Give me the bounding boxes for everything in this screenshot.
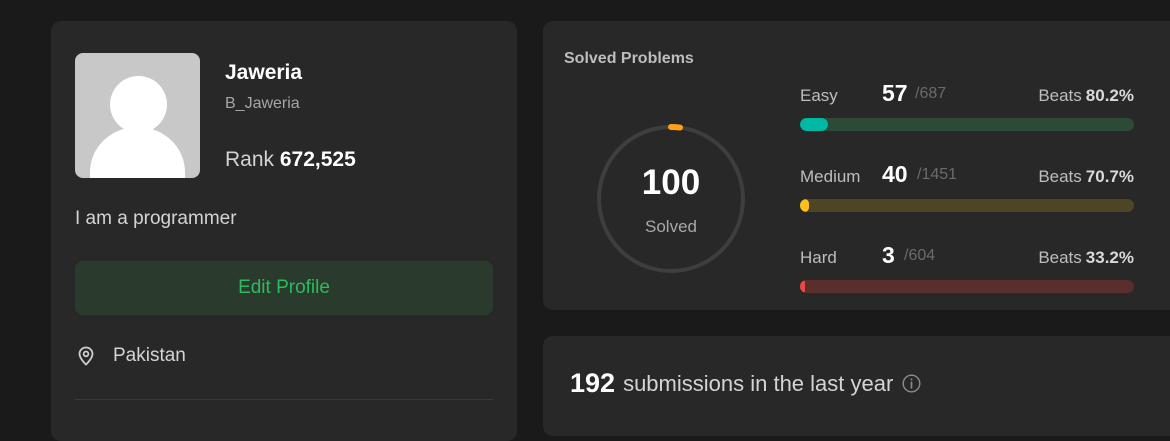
beats-label: Beats	[1038, 248, 1082, 267]
beats-label: Beats	[1038, 86, 1082, 105]
beats-label: Beats	[1038, 167, 1082, 186]
profile-rank: Rank 672,525	[225, 148, 356, 172]
profile-name: Jaweria	[225, 61, 303, 84]
solved-problems-card: Solved Problems 100 Solved Easy 57 /687 …	[543, 21, 1170, 310]
profile-about: I am a programmer	[75, 208, 237, 229]
submissions-text: submissions in the last year	[623, 370, 894, 396]
solved-ring: 100 Solved	[595, 123, 747, 275]
difficulty-fill	[800, 199, 810, 212]
difficulty-label: Easy	[800, 86, 838, 105]
difficulty-total: /604	[904, 247, 936, 264]
difficulty-solved: 40	[882, 161, 908, 187]
difficulty-beats: Beats 33.2%	[1038, 248, 1134, 268]
location-text: Pakistan	[113, 345, 186, 366]
profile-location: Pakistan	[77, 345, 186, 367]
submissions-summary: 192 submissions in the last year	[570, 368, 921, 399]
difficulty-track	[800, 280, 1134, 293]
difficulty-beats: Beats 70.7%	[1038, 167, 1134, 187]
solved-title: Solved Problems	[564, 50, 694, 67]
rank-value: 672,525	[279, 148, 356, 171]
rank-label: Rank	[225, 148, 275, 171]
avatar-body	[90, 127, 185, 178]
difficulty-total: /1451	[917, 166, 958, 183]
difficulty-beats: Beats 80.2%	[1038, 86, 1134, 106]
difficulty-track	[800, 199, 1134, 212]
beats-value: 80.2%	[1085, 86, 1134, 105]
difficulty-label: Hard	[800, 248, 837, 267]
avatar-head	[110, 76, 167, 133]
beats-value: 33.2%	[1085, 248, 1134, 267]
location-pin-icon	[78, 346, 94, 366]
difficulty-easy[interactable]: Easy 57 /687 Beats 80.2%	[800, 78, 1134, 138]
beats-value: 70.7%	[1085, 167, 1134, 186]
profile-divider	[75, 399, 493, 400]
difficulty-track	[800, 118, 1134, 131]
difficulty-fill	[800, 118, 828, 131]
difficulty-fill	[800, 280, 805, 293]
submissions-count: 192	[570, 368, 616, 398]
profile-username: B_Jaweria	[225, 95, 300, 112]
info-icon[interactable]	[902, 374, 921, 393]
difficulty-hard[interactable]: Hard 3 /604 Beats 33.2%	[800, 240, 1134, 300]
edit-profile-button[interactable]: Edit Profile	[75, 261, 493, 315]
difficulty-medium[interactable]: Medium 40 /1451 Beats 70.7%	[800, 159, 1134, 219]
difficulty-solved: 57	[882, 80, 908, 106]
difficulty-solved: 3	[882, 242, 895, 268]
difficulty-label: Medium	[800, 167, 861, 186]
default-avatar-icon[interactable]	[75, 53, 200, 178]
submissions-card: 192 submissions in the last year	[543, 336, 1170, 436]
profile-card: Jaweria B_Jaweria Rank 672,525 I am a pr…	[51, 21, 517, 441]
difficulty-total: /687	[915, 85, 947, 102]
solved-total: 100	[641, 163, 701, 202]
solved-total-label: Solved	[645, 217, 697, 236]
